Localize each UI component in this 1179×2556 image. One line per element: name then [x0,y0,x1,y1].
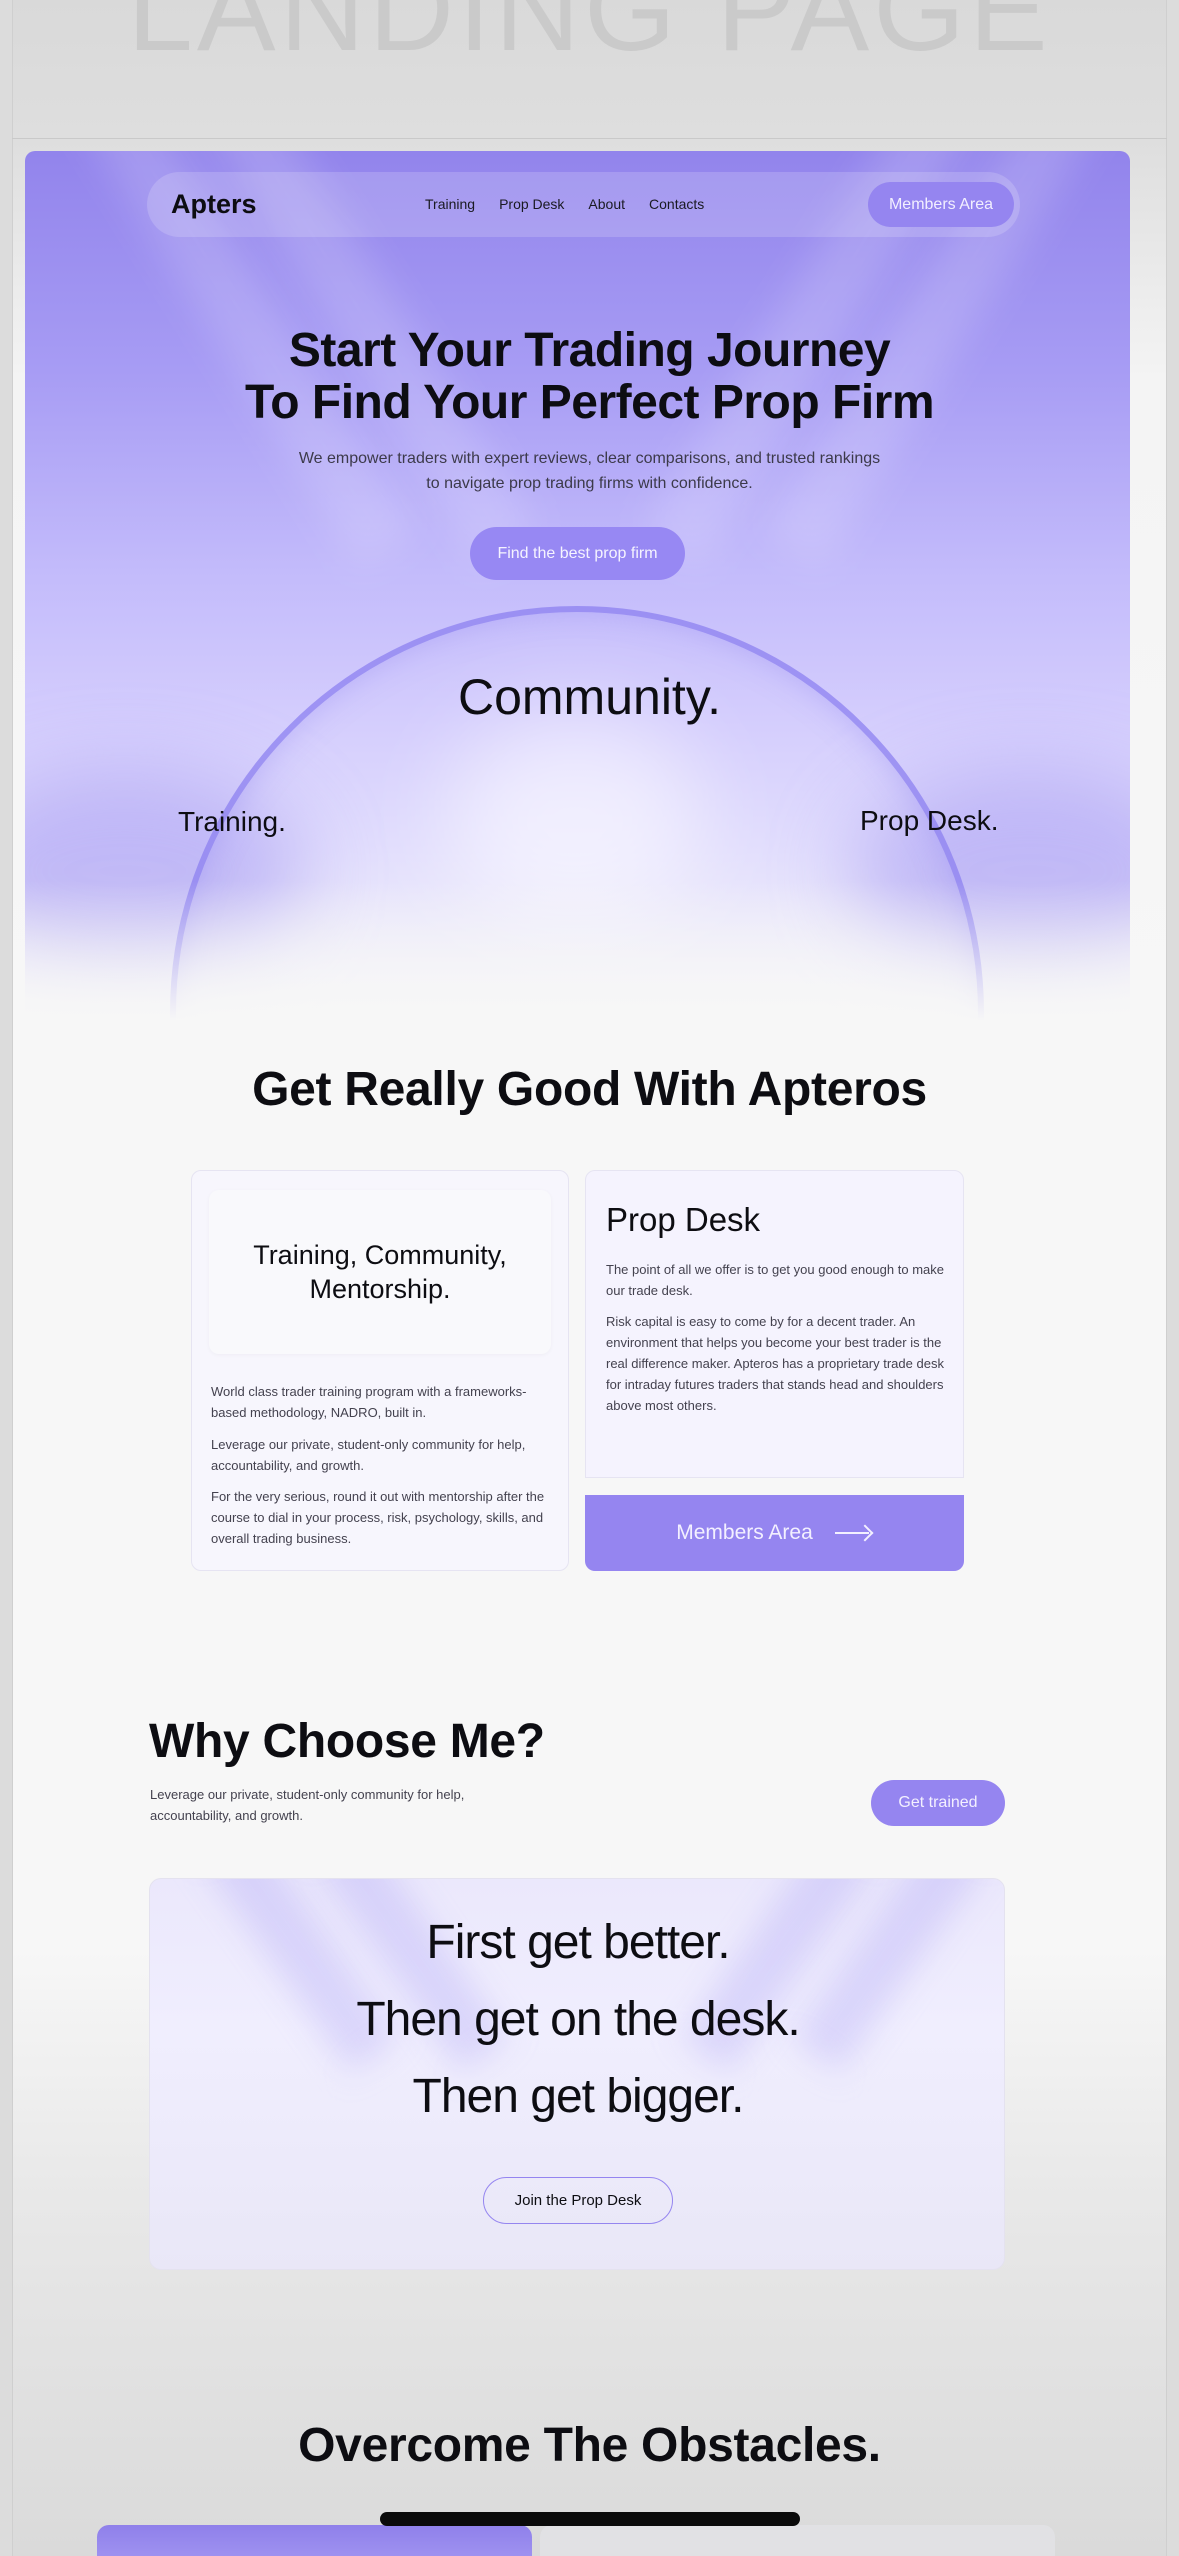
training-card-headline: Training, Community, Mentorship. [209,1190,551,1354]
hero-section [25,151,1130,1021]
training-card: Training, Community, Mentorship. World c… [191,1170,569,1571]
obstacle-card [97,2525,532,2556]
prop-desk-card: Prop Desk The point of all we offer is t… [585,1170,964,1478]
card-paragraph: Leverage our private, student-only commu… [211,1437,526,1473]
landing-page-watermark: LANDING PAGE [127,0,1052,76]
hero-subtitle-line: to navigate prop trading firms with conf… [426,475,753,492]
quote-line: First get better. [426,1916,730,1969]
obstacles-title: Overcome The Obstacles. [298,2419,881,2472]
prop-desk-card-title: Prop Desk [606,1201,761,1238]
why-choose-subtitle: Leverage our private, student-only commu… [150,1787,465,1823]
hero-title: Start Your Trading Journey To Find Your … [0,325,1179,429]
members-area-label: Members Area [676,1521,813,1544]
card-paragraph: Risk capital is easy to come by for a de… [606,1314,944,1413]
prop-desk-label: Prop Desk. [860,805,999,836]
navbar: Apters Training Prop Desk About Contacts… [147,172,1020,237]
community-label: Community. [457,669,721,725]
nav-link-about[interactable]: About [588,196,625,212]
home-indicator[interactable] [380,2512,800,2526]
card-paragraph: The point of all we offer is to get you … [606,1262,944,1298]
hero-subtitle: We empower traders with expert reviews, … [0,446,1179,496]
hero-title-line: To Find Your Perfect Prop Firm [244,376,935,429]
hero-fade [25,881,1130,1021]
get-trained-button[interactable]: Get trained [871,1780,1005,1826]
brand-logo[interactable]: Apters [171,189,257,220]
members-area-card-button[interactable]: Members Area [585,1495,964,1571]
members-area-button[interactable]: Members Area [868,182,1014,227]
section-title: Get Really Good With Apteros [252,1063,927,1116]
quote-line: Then get on the desk. [356,1993,800,2046]
card-paragraph: World class trader training program with… [211,1384,527,1420]
nav-links: Training Prop Desk About Contacts [425,196,704,212]
why-choose-title: Why Choose Me? [149,1715,545,1768]
nav-link-contacts[interactable]: Contacts [649,196,704,212]
find-prop-firm-button[interactable]: Find the best prop firm [470,527,685,580]
hero-subtitle-line: We empower traders with expert reviews, … [298,450,881,467]
quote-line: Then get bigger. [412,2070,745,2123]
divider [12,138,1167,139]
obstacle-card [540,2525,1055,2556]
nav-link-training[interactable]: Training [425,196,475,212]
training-label: Training. [178,806,286,837]
arrow-right-icon [834,1526,873,1540]
hero-title-line: Start Your Trading Journey [288,324,891,377]
card-paragraph: For the very serious, round it out with … [211,1489,545,1546]
join-prop-desk-button[interactable]: Join the Prop Desk [483,2177,673,2224]
nav-link-prop-desk[interactable]: Prop Desk [499,196,564,212]
quote-panel: First get better. Then get on the desk. … [149,1878,1005,2270]
